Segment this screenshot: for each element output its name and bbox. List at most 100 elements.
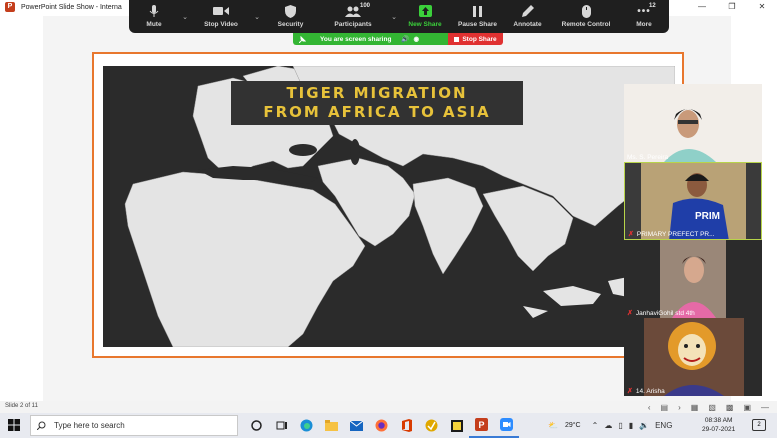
participant-video-1[interactable]: Ms. S. Pereira xyxy=(624,84,762,162)
windows-taskbar: Type here to search P ⛅ 29°C ⌃ ☁ ▯ ▮ 🔉 E… xyxy=(0,413,777,438)
firefox-icon[interactable] xyxy=(369,413,394,438)
slide-sorter-icon[interactable]: ▤ xyxy=(661,403,669,412)
participants-caret[interactable]: ⌄ xyxy=(388,0,400,33)
powerpoint-taskbar-icon[interactable]: P xyxy=(469,413,494,438)
notification-count: 2 xyxy=(757,422,761,428)
restore-button[interactable]: ❐ xyxy=(717,0,747,14)
participant-video-4[interactable]: ✗ 14. Arisha xyxy=(624,318,762,396)
normal-view-icon[interactable]: ▦ xyxy=(691,403,699,412)
powerpoint-logo-icon: P xyxy=(5,2,15,12)
shield-check-icon: ◉ xyxy=(413,36,420,43)
mic-muted-icon: ✗ xyxy=(628,231,634,238)
window-title: PowerPoint Slide Show - Interna xyxy=(21,3,122,11)
participant-thumbnail xyxy=(624,240,762,318)
sticky-notes-icon[interactable] xyxy=(444,413,469,438)
participants-button[interactable]: 100 Participants xyxy=(318,0,388,33)
pause-share-label: Pause Share xyxy=(457,21,498,28)
network-icon[interactable]: ▯ xyxy=(618,421,622,430)
participant-video-3[interactable]: ✗ JanhaviGohil std 4th xyxy=(624,240,762,318)
pin-icon xyxy=(299,35,306,43)
participant-name-row: ✗ 14. Arisha xyxy=(627,387,665,396)
window-controls: — ❐ ✕ xyxy=(687,0,777,14)
todo-icon[interactable] xyxy=(419,413,444,438)
pause-icon xyxy=(473,5,482,17)
onedrive-cloud-icon[interactable]: ☁ xyxy=(604,421,612,430)
ellipsis-icon: ••• xyxy=(637,5,651,17)
annotate-label: Annotate xyxy=(513,21,542,28)
taskbar-search-input[interactable]: Type here to search xyxy=(30,415,238,436)
stop-video-button[interactable]: Stop Video xyxy=(191,0,251,33)
pause-share-button[interactable]: Pause Share xyxy=(450,0,505,33)
weather-icon[interactable]: ⛅ xyxy=(548,421,558,430)
mail-icon[interactable] xyxy=(344,413,369,438)
search-icon xyxy=(37,421,46,430)
stop-square-icon xyxy=(454,36,460,42)
slideshow-view-icon[interactable]: ▣ xyxy=(743,403,751,412)
microphone-icon xyxy=(149,4,159,17)
close-button[interactable]: ✕ xyxy=(747,0,777,14)
taskbar-clock[interactable]: 08:38 AM 29-07-2021 xyxy=(702,416,735,434)
svg-text:PRIM: PRIM xyxy=(695,211,720,222)
remote-control-label: Remote Control xyxy=(561,21,611,28)
annotate-button[interactable]: Annotate xyxy=(505,0,550,33)
participant-name-row: ✗ JanhaviGohil std 4th xyxy=(627,309,695,318)
previous-slide-icon[interactable]: ‹ xyxy=(648,403,651,412)
slide-number: Slide 2 of 11 xyxy=(5,403,38,409)
screen-share-bar: You are screen sharing 🔊 ◉ Stop Share xyxy=(293,33,503,45)
mic-muted-icon: ✗ xyxy=(627,388,633,395)
show-hidden-icons-chevron-icon[interactable]: ⌃ xyxy=(592,421,599,430)
remote-control-button[interactable]: Remote Control xyxy=(550,0,622,33)
slideshow-controls: ‹ ▤ › ▦ ▧ ▩ ▣ ― xyxy=(648,401,769,413)
grid-view-icon[interactable]: ▩ xyxy=(726,403,734,412)
more-label: More xyxy=(636,21,652,28)
screen: P PowerPoint Slide Show - Interna — ❐ ✕ xyxy=(0,0,777,438)
temperature: 29°C xyxy=(564,422,581,429)
next-slide-icon[interactable]: › xyxy=(678,403,681,412)
zoom-slider-icon[interactable]: ― xyxy=(761,403,769,412)
new-share-label: New Share xyxy=(408,21,442,28)
clock-date: 29-07-2021 xyxy=(702,426,736,433)
office-icon[interactable] xyxy=(394,413,419,438)
battery-icon[interactable]: ▮ xyxy=(629,421,633,430)
file-explorer-icon[interactable] xyxy=(319,413,344,438)
pencil-icon xyxy=(521,5,534,17)
task-view-icon[interactable] xyxy=(269,413,294,438)
more-count: 12 xyxy=(649,3,656,9)
sharing-status-text: You are screen sharing xyxy=(320,35,392,43)
language[interactable]: ENG xyxy=(655,421,672,430)
volume-icon[interactable]: 🔉 xyxy=(639,421,649,430)
stop-share-button[interactable]: Stop Share xyxy=(448,33,503,45)
sharing-status[interactable]: You are screen sharing 🔊 ◉ xyxy=(293,33,448,45)
share-up-arrow-icon xyxy=(418,5,432,17)
participant-thumbnail xyxy=(624,84,762,162)
stop-video-label: Stop Video xyxy=(204,21,238,28)
more-button[interactable]: ••• 12 More xyxy=(622,0,666,33)
participant-thumbnail xyxy=(624,318,762,396)
participant-name-row: ✗ PRIMARY PREFECT PR... xyxy=(628,230,715,239)
participant-thumbnail: PRIM xyxy=(625,163,761,239)
cortana-icon[interactable] xyxy=(244,413,269,438)
edge-browser-icon[interactable] xyxy=(294,413,319,438)
participant-name: JanhaviGohil std 4th xyxy=(635,309,695,317)
minimize-button[interactable]: — xyxy=(687,0,717,14)
notification-center-icon[interactable]: 2 xyxy=(752,419,766,431)
slide-title-line-1: TIGER MIGRATION xyxy=(286,84,468,102)
clock-time: 08:38 AM xyxy=(704,417,733,424)
audio-options-caret[interactable]: ⌄ xyxy=(179,0,191,33)
new-share-button[interactable]: New Share xyxy=(400,0,450,33)
taskbar-apps: P xyxy=(244,413,519,438)
security-button[interactable]: Security xyxy=(263,0,318,33)
video-options-caret[interactable]: ⌄ xyxy=(251,0,263,33)
participant-video-2[interactable]: PRIM ✗ PRIMARY PREFECT PR... xyxy=(624,162,762,240)
zoom-taskbar-icon[interactable] xyxy=(494,413,519,438)
slide-title-line-2: FROM AFRICA TO ASIA xyxy=(263,103,491,121)
mute-button[interactable]: Mute xyxy=(129,0,179,33)
participants-count: 100 xyxy=(360,3,371,9)
mouse-icon xyxy=(581,4,591,18)
audio-share-icon: 🔊 xyxy=(401,36,410,43)
reading-view-icon[interactable]: ▧ xyxy=(708,403,716,412)
slideshow-statusbar: Slide 2 of 11 ‹ ▤ › ▦ ▧ ▩ ▣ ― xyxy=(0,401,777,413)
svg-text:P: P xyxy=(479,420,485,430)
participant-name: 14. Arisha xyxy=(635,387,665,395)
windows-start-icon[interactable] xyxy=(8,419,20,431)
